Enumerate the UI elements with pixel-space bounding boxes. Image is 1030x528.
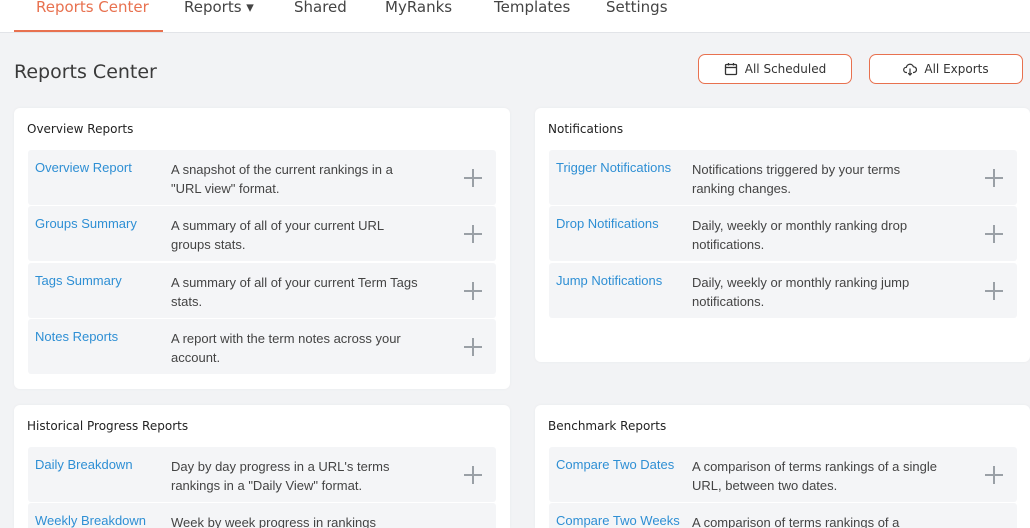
tab-settings[interactable]: Settings [606,0,668,20]
report-row-drop-notifications[interactable]: Drop Notifications Daily, weekly or mont… [549,206,1017,261]
report-name[interactable]: Tags Summary [35,273,122,288]
report-row-compare-two-weeks[interactable]: Compare Two Weeks A comparison of terms … [549,503,1017,528]
card-title: Benchmark Reports [548,419,667,433]
tab-reports-center[interactable]: Reports Center [36,0,149,20]
card-title: Overview Reports [27,122,134,136]
all-scheduled-button[interactable]: All Scheduled [698,54,852,84]
page-title: Reports Center [14,61,157,83]
report-row-compare-two-dates[interactable]: Compare Two Dates A comparison of terms … [549,447,1017,502]
all-scheduled-label: All Scheduled [744,62,827,76]
report-description: Notifications triggered by your terms ra… [692,162,901,196]
card-title: Historical Progress Reports [27,419,189,433]
report-name[interactable]: Drop Notifications [556,216,659,231]
report-description: A comparison of terms rankings of a sing… [692,459,937,493]
report-description: A summary of all of your current URL gro… [171,218,384,252]
notifications-card: Notifications Trigger Notifications Noti… [535,108,1030,362]
plus-icon[interactable] [464,282,482,300]
plus-icon[interactable] [985,466,1003,484]
tab-reports[interactable]: Reports ▾ [184,0,254,20]
report-row-notes-reports[interactable]: Notes Reports A report with the term not… [28,319,496,374]
report-description: A snapshot of the current rankings in a … [171,162,393,196]
report-name[interactable]: Jump Notifications [556,273,662,288]
report-description: Week by week progress in rankings [171,515,376,528]
all-exports-label: All Exports [924,62,989,76]
report-name[interactable]: Trigger Notifications [556,160,671,175]
plus-icon[interactable] [464,338,482,356]
report-name[interactable]: Groups Summary [35,216,137,231]
report-row-overview-report[interactable]: Overview Report A snapshot of the curren… [28,150,496,205]
report-name[interactable]: Compare Two Weeks [556,513,680,528]
cloud-download-icon [903,63,918,76]
benchmark-reports-card: Benchmark Reports Compare Two Dates A co… [535,405,1030,528]
report-row-jump-notifications[interactable]: Jump Notifications Daily, weekly or mont… [549,263,1017,318]
report-description: A summary of all of your current Term Ta… [171,275,418,309]
plus-icon[interactable] [985,225,1003,243]
historical-progress-reports-card: Historical Progress Reports Daily Breakd… [14,405,510,528]
tab-myranks[interactable]: MyRanks [385,0,452,20]
report-name[interactable]: Weekly Breakdown [35,513,146,528]
report-row-weekly-breakdown[interactable]: Weekly Breakdown Week by week progress i… [28,503,496,528]
report-description: Daily, weekly or monthly ranking drop no… [692,218,908,252]
tab-templates[interactable]: Templates [494,0,570,20]
report-description: Day by day progress in a URL's terms ran… [171,459,390,493]
report-row-tags-summary[interactable]: Tags Summary A summary of all of your cu… [28,263,496,318]
all-exports-button[interactable]: All Exports [869,54,1023,84]
active-tab-underline [14,30,163,32]
report-name[interactable]: Daily Breakdown [35,457,133,472]
report-row-groups-summary[interactable]: Groups Summary A summary of all of your … [28,206,496,261]
plus-icon[interactable] [985,169,1003,187]
plus-icon[interactable] [464,225,482,243]
plus-icon[interactable] [464,169,482,187]
card-title: Notifications [548,122,624,136]
top-nav: Reports Center Reports ▾ Shared MyRanks … [0,0,1030,33]
overview-reports-card: Overview Reports Overview Report A snaps… [14,108,510,389]
tab-shared[interactable]: Shared [294,0,347,20]
report-description: A report with the term notes across your… [171,331,401,365]
plus-icon[interactable] [464,466,482,484]
report-row-daily-breakdown[interactable]: Daily Breakdown Day by day progress in a… [28,447,496,502]
calendar-icon [724,63,737,76]
report-name[interactable]: Overview Report [35,160,132,175]
plus-icon[interactable] [985,282,1003,300]
report-row-trigger-notifications[interactable]: Trigger Notifications Notifications trig… [549,150,1017,205]
report-description: A comparison of terms rankings of a [692,515,900,528]
report-name[interactable]: Compare Two Dates [556,457,674,472]
report-description: Daily, weekly or monthly ranking jump no… [692,275,910,309]
report-name[interactable]: Notes Reports [35,329,118,344]
